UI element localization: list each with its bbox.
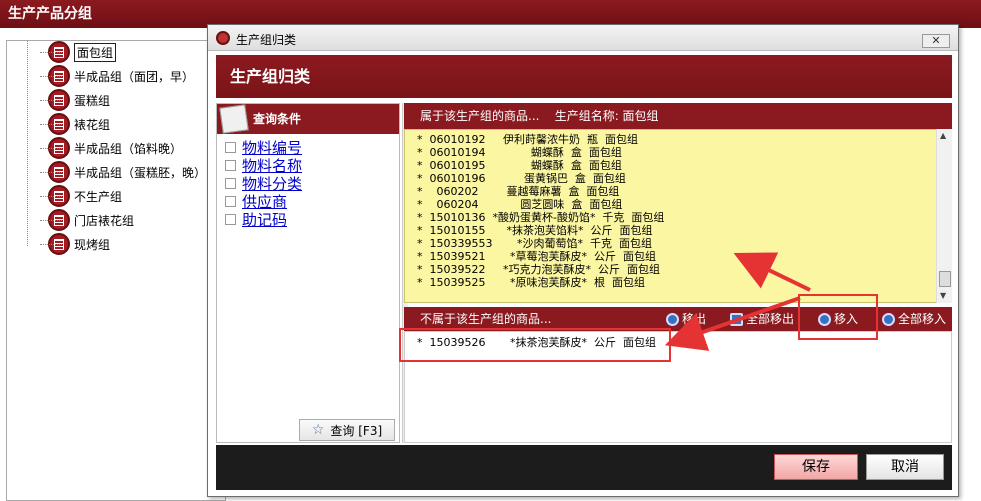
annotation-arrow (733, 252, 811, 292)
annotation-arrows (664, 252, 811, 351)
annotation-arrow (664, 296, 801, 351)
